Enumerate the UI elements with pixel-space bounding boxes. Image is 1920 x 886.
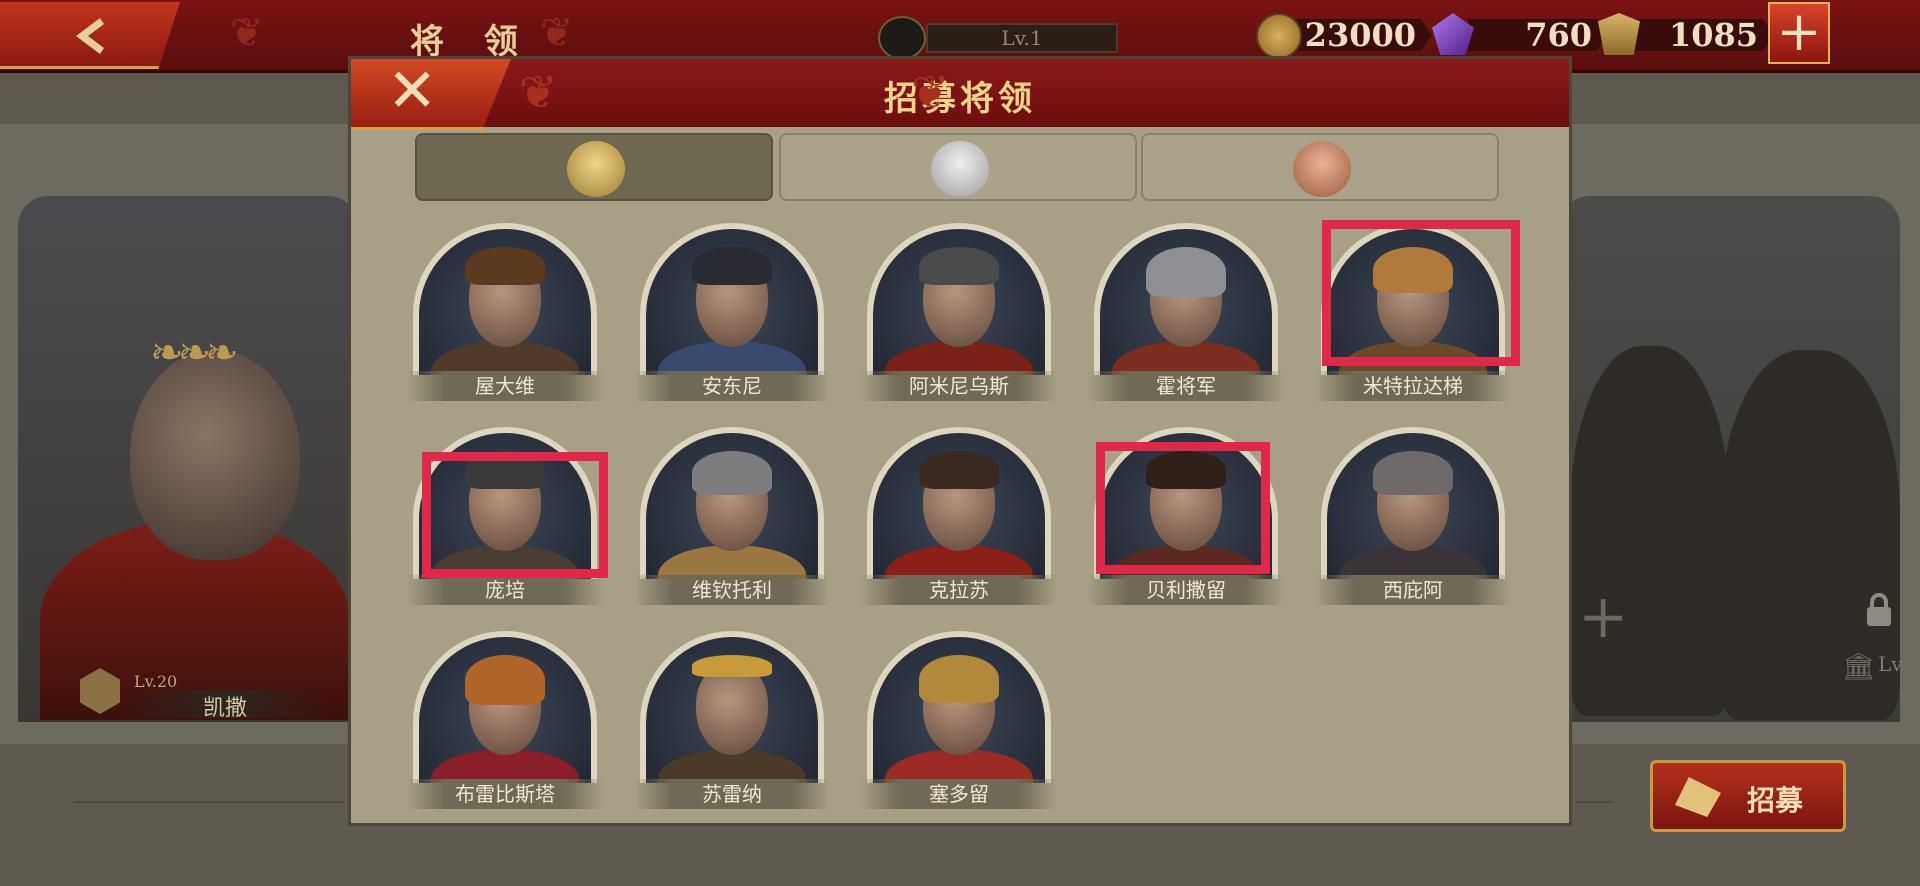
hero-card[interactable]: 布雷比斯塔	[407, 631, 603, 809]
hero-portrait	[413, 223, 597, 375]
recruit-button[interactable]: 招募	[1650, 760, 1846, 832]
laurel-left-icon: ❦	[230, 10, 264, 56]
hero-card[interactable]: 苏雷纳	[634, 631, 830, 809]
hero-name: 苏雷纳	[634, 779, 830, 809]
divider	[74, 801, 344, 803]
dialog-header: ✕ ❦ 招募将领 ❦	[351, 59, 1569, 130]
back-button[interactable]	[0, 2, 180, 69]
hero-card[interactable]: 屋大维	[407, 223, 603, 401]
hero-portrait	[867, 427, 1051, 579]
tab-bronze[interactable]	[1141, 133, 1499, 201]
laurel-crown-icon: ❧❧❧	[150, 330, 239, 376]
hero-name: 米特拉达梯	[1315, 371, 1511, 401]
hero-level: Lv.20	[134, 672, 178, 691]
hero-portrait	[640, 223, 824, 375]
highlight-box	[1322, 220, 1520, 366]
hero-name: 霍将军	[1088, 371, 1284, 401]
hero-portrait	[413, 631, 597, 783]
recruit-label: 招募	[1747, 784, 1804, 817]
bronze-helmet-icon	[1293, 141, 1351, 197]
locked-hero-silhouette	[1570, 346, 1730, 716]
honor-count: 1085	[1634, 19, 1774, 51]
laurel-right-icon: ❦	[540, 10, 574, 56]
tier-tabs	[415, 133, 1511, 203]
city-level-text: Lv.1	[926, 23, 1118, 53]
hero-card[interactable]: 霍将军	[1088, 223, 1284, 401]
lock-icon	[1867, 593, 1891, 626]
silver-helmet-icon	[931, 141, 989, 197]
unlock-level: Lv	[1878, 652, 1903, 676]
hero-name: 布雷比斯塔	[407, 779, 603, 809]
coin-icon	[1256, 13, 1302, 59]
hero-portrait	[1321, 427, 1505, 579]
hero-portrait	[1094, 223, 1278, 375]
laurel-right-icon: ❦	[911, 65, 950, 119]
hero-portrait	[640, 427, 824, 579]
hero-name: 屋大维	[407, 371, 603, 401]
add-hero-slot[interactable]: +	[1578, 582, 1628, 652]
recruit-hero-dialog: ✕ ❦ 招募将领 ❦ 屋大维 安东尼 阿米尼乌斯 霍将军 米特拉达梯 庞培 维钦…	[348, 56, 1572, 826]
spqr-icon	[1598, 13, 1640, 55]
gold-helmet-icon	[567, 141, 625, 197]
hero-portrait	[130, 350, 300, 560]
hero-card[interactable]: 塞多留	[861, 631, 1057, 809]
hero-name: 安东尼	[634, 371, 830, 401]
coin-count: 23000	[1292, 19, 1432, 51]
hero-name: 阿米尼乌斯	[861, 371, 1057, 401]
add-resource-button[interactable]: +	[1768, 2, 1830, 64]
helmet-plus-icon	[1675, 777, 1721, 817]
temple-icon	[878, 16, 926, 60]
hero-card[interactable]: 阿米尼乌斯	[861, 223, 1057, 401]
back-arrow-icon	[76, 18, 104, 54]
tab-gold[interactable]	[415, 133, 773, 201]
hero-name: 塞多留	[861, 779, 1057, 809]
hero-card[interactable]: 西庇阿	[1315, 427, 1511, 605]
hero-card[interactable]: 维钦托利	[634, 427, 830, 605]
hero-portrait	[867, 223, 1051, 375]
highlight-box	[422, 452, 608, 578]
tab-silver[interactable]	[779, 133, 1137, 201]
hero-name: 庞培	[407, 575, 603, 605]
hero-name: 西庇阿	[1315, 575, 1511, 605]
hero-portrait	[640, 631, 824, 783]
hero-portrait	[867, 631, 1051, 783]
hero-name: 凯撒	[120, 690, 330, 721]
temple-icon: 🏛	[1842, 652, 1876, 682]
highlight-box	[1096, 442, 1270, 574]
hero-card[interactable]: 克拉苏	[861, 427, 1057, 605]
hero-name: 贝利撒留	[1088, 575, 1284, 605]
divider	[1576, 801, 1612, 803]
gem-count: 760	[1468, 19, 1608, 51]
hero-name: 维钦托利	[634, 575, 830, 605]
hero-card[interactable]: 安东尼	[634, 223, 830, 401]
dialog-title: 招募将领	[884, 79, 1036, 119]
hero-name: 克拉苏	[861, 575, 1057, 605]
gem-icon	[1432, 13, 1474, 55]
